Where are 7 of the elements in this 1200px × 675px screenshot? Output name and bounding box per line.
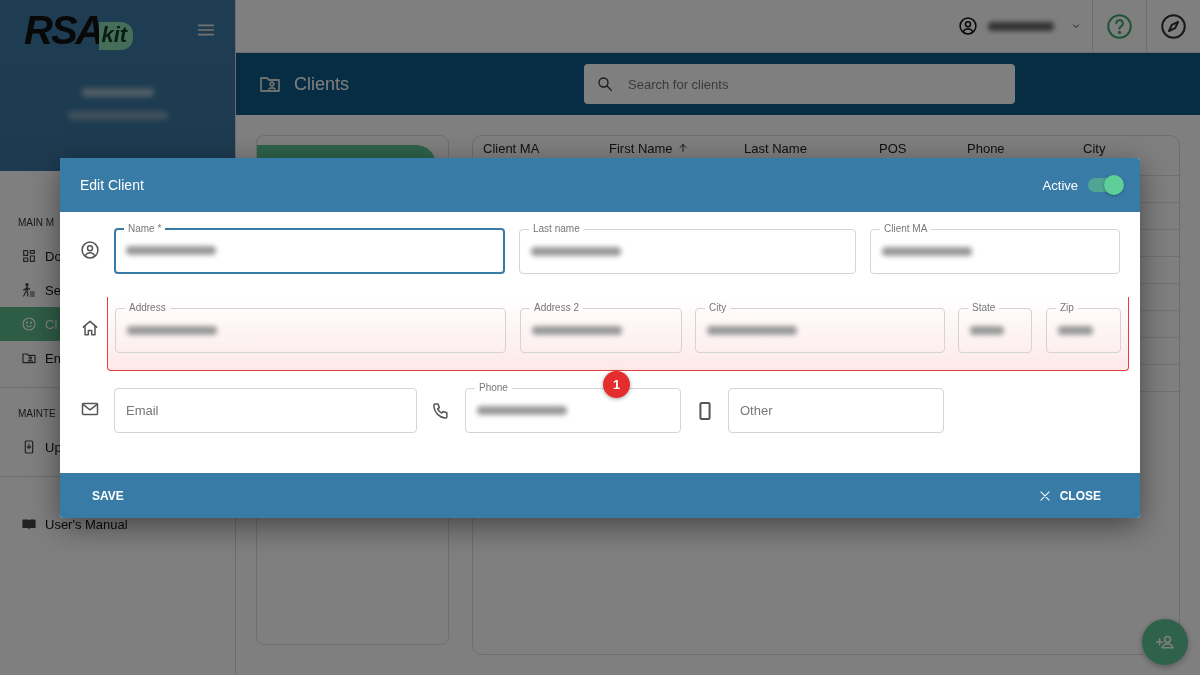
logo: RSAkit (24, 10, 134, 50)
step-badge: 1 (603, 371, 630, 398)
dialog-title: Edit Client (80, 177, 144, 193)
page-title: Clients (294, 73, 351, 95)
section-heading: MAIN M (18, 215, 55, 230)
toggle-label: Active (1042, 177, 1078, 193)
section-heading: MAINTE (18, 406, 56, 421)
